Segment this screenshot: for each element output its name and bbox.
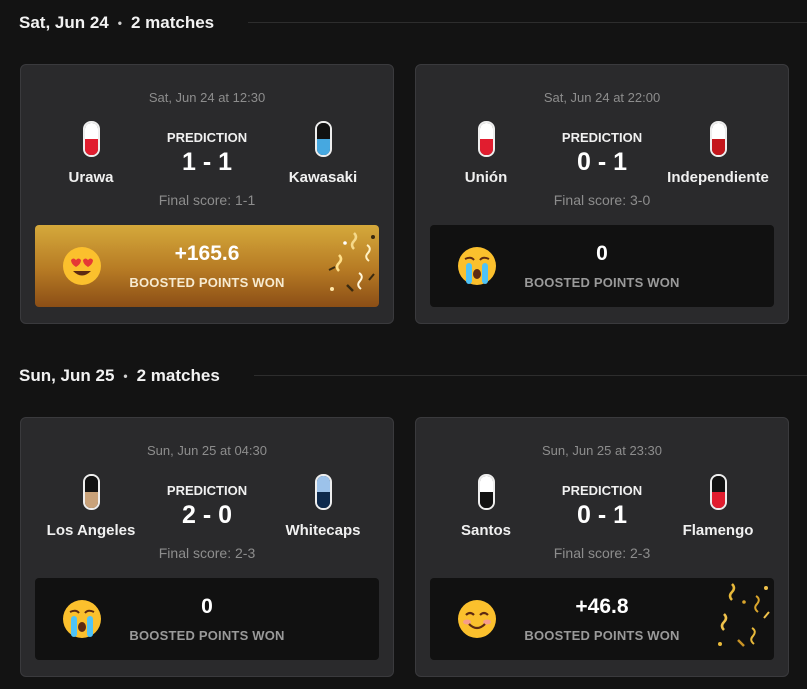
day-date: Sat, Jun 24 [19,13,109,32]
confetti-icon [718,583,770,647]
final-score: Final score: 2-3 [158,545,256,561]
team-name: Kawasaki [288,169,358,186]
separator-dot: • [117,16,122,30]
points-panel: 0 BOOSTED POINTS WON [35,578,379,660]
points-value: 0 [596,242,608,265]
team-kit-icon [314,474,332,510]
points-value: 0 [201,595,213,618]
match-card[interactable]: Sun, Jun 25 at 23:30 Santos PREDICTION 0… [415,417,789,677]
match-datetime: Sat, Jun 24 at 22:00 [543,90,661,105]
team-name: Whitecaps [285,522,361,539]
final-score: Final score: 3-0 [553,192,651,208]
points-panel: +46.8 BOOSTED POINTS WON [430,578,774,660]
team-name: Flamengo [682,522,754,539]
team-name: Independiente [667,169,769,186]
divider [254,375,807,376]
day-match-count: 2 matches [136,366,220,385]
match-card[interactable]: Sat, Jun 24 at 12:30 Urawa PREDICTION 1 … [20,64,394,324]
points-panel: +165.6 BOOSTED POINTS WON [35,225,379,307]
match-card[interactable]: Sat, Jun 24 at 22:00 Unión PREDICTION 0 … [415,64,789,324]
confetti-icon [328,232,375,292]
match-datetime: Sun, Jun 25 at 23:30 [542,443,662,458]
team-kit-icon [709,121,727,157]
away-team: Whitecaps [258,474,388,539]
match-datetime: Sat, Jun 24 at 12:30 [148,90,266,105]
away-team: Flamengo [653,474,783,539]
final-score: Final score: 2-3 [553,545,651,561]
separator-dot: • [123,369,128,383]
team-kit-icon [314,121,332,157]
final-score: Final score: 1-1 [158,192,256,208]
team-kit-icon [709,474,727,510]
divider [248,22,807,23]
day-header: Sun, Jun 25 • 2 matches [19,364,220,388]
day-header: Sat, Jun 24 • 2 matches [19,11,214,35]
match-datetime: Sun, Jun 25 at 04:30 [147,443,267,458]
day-date: Sun, Jun 25 [19,366,115,385]
points-label: BOOSTED POINTS WON [524,275,680,290]
match-card[interactable]: Sun, Jun 25 at 04:30 Los Angeles PREDICT… [20,417,394,677]
points-panel: 0 BOOSTED POINTS WON [430,225,774,307]
points-label: BOOSTED POINTS WON [129,628,285,643]
away-team: Kawasaki [258,121,388,186]
day-match-count: 2 matches [130,13,215,32]
away-team: Independiente [653,121,783,186]
